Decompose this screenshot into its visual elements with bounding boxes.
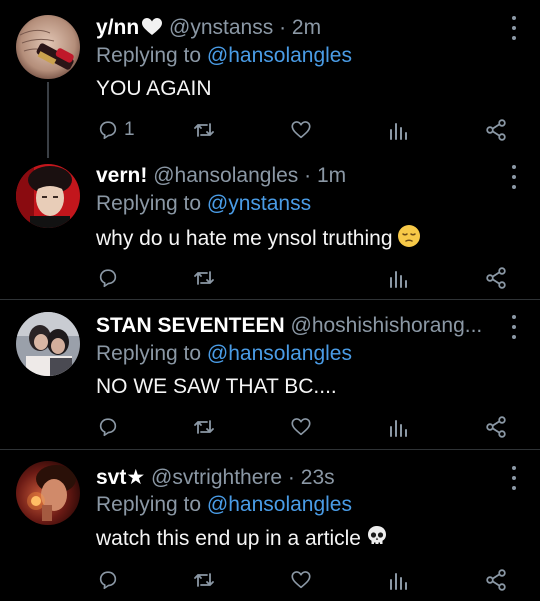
tweet-header: svt★ @svtrighthere · 23s xyxy=(96,464,500,492)
replying-to-label: Replying to xyxy=(96,44,202,67)
tweet-text-row: why do u hate me ynsol truthing xyxy=(96,224,421,256)
analytics-icon xyxy=(390,420,407,437)
retweet-button[interactable] xyxy=(192,413,216,441)
avatar-image xyxy=(16,461,80,525)
tweet-header: y/nn @ynstanss · 2m xyxy=(96,14,500,42)
replying-to-line: Replying to @ynstanss xyxy=(96,190,311,218)
avatar[interactable] xyxy=(16,164,80,228)
timestamp[interactable]: 23s xyxy=(301,466,335,489)
more-vertical-icon[interactable] xyxy=(510,165,518,189)
reply-icon xyxy=(99,571,117,590)
user-handle[interactable]: @hansolangles xyxy=(153,164,298,187)
replying-to-label: Replying to xyxy=(96,493,202,516)
analytics-icon xyxy=(390,123,407,140)
user-handle[interactable]: @hoshishishorang... xyxy=(291,314,483,337)
tweet-text: why do u hate me ynsol truthing xyxy=(96,227,393,250)
tweet-text: YOU AGAIN xyxy=(96,77,212,100)
tweet-text: watch this end up in a article xyxy=(96,527,361,550)
tweet-actions xyxy=(0,264,540,292)
separator-dot: · xyxy=(279,16,287,39)
separator-dot: · xyxy=(304,164,312,187)
retweet-button[interactable] xyxy=(192,566,216,594)
more-vertical-icon[interactable] xyxy=(510,16,518,40)
tweet-actions xyxy=(0,566,540,594)
more-vertical-icon[interactable] xyxy=(510,315,518,339)
display-name[interactable]: vern! xyxy=(96,164,147,187)
user-handle[interactable]: @svtrighthere xyxy=(151,466,282,489)
replying-to-label: Replying to xyxy=(96,192,202,215)
reply-button[interactable] xyxy=(97,264,119,292)
avatar[interactable] xyxy=(16,15,80,79)
timestamp[interactable]: 2m xyxy=(292,16,321,39)
avatar[interactable] xyxy=(16,461,80,525)
share-icon xyxy=(486,267,506,289)
retweet-icon xyxy=(194,420,214,434)
replying-to-line: Replying to @hansolangles xyxy=(96,491,352,519)
analytics-button[interactable] xyxy=(388,264,408,292)
reply-icon xyxy=(99,121,117,140)
heart-icon xyxy=(291,121,311,139)
retweet-icon xyxy=(194,573,214,587)
avatar[interactable] xyxy=(16,312,80,376)
share-icon xyxy=(486,119,506,141)
replying-to-line: Replying to @hansolangles xyxy=(96,340,352,368)
skull-emoji-icon xyxy=(365,524,389,556)
like-button[interactable] xyxy=(290,566,312,594)
reply-button[interactable]: 1 xyxy=(97,116,135,144)
share-icon xyxy=(486,569,506,591)
tweet[interactable]: svt★ @svtrighthere · 23s Replying to @ha… xyxy=(0,450,540,601)
analytics-icon xyxy=(390,271,407,288)
replying-to-line: Replying to @hansolangles xyxy=(96,42,352,70)
tweet-header: vern! @hansolangles · 1m xyxy=(96,162,500,190)
analytics-button[interactable] xyxy=(388,116,408,144)
like-button[interactable] xyxy=(290,116,312,144)
heart-icon xyxy=(291,571,311,589)
reply-button[interactable] xyxy=(97,566,119,594)
white-heart-icon xyxy=(141,17,163,42)
display-name[interactable]: STAN SEVENTEEN xyxy=(96,314,285,337)
mention-link[interactable]: @hansolangles xyxy=(207,342,352,365)
avatar-image xyxy=(16,164,80,228)
avatar-image xyxy=(16,312,80,376)
heart-icon xyxy=(291,418,311,436)
pensive-face-emoji-icon xyxy=(397,224,421,256)
share-button[interactable] xyxy=(484,413,508,441)
like-button[interactable] xyxy=(290,413,312,441)
avatar-image xyxy=(16,15,80,79)
analytics-icon xyxy=(390,573,407,590)
tweet[interactable]: y/nn @ynstanss · 2m Replying to @hansola… xyxy=(0,0,540,158)
replying-to-label: Replying to xyxy=(96,342,202,365)
retweet-button[interactable] xyxy=(192,264,216,292)
more-vertical-icon[interactable] xyxy=(510,466,518,490)
display-name[interactable]: y/nn xyxy=(96,16,139,39)
timestamp[interactable]: 1m xyxy=(317,164,346,187)
analytics-button[interactable] xyxy=(388,413,408,441)
reply-icon xyxy=(99,418,117,437)
mention-link[interactable]: @hansolangles xyxy=(207,44,352,67)
tweet-text: NO WE SAW THAT BC.... xyxy=(96,375,337,398)
reply-thread-feed: y/nn @ynstanss · 2m Replying to @hansola… xyxy=(0,0,540,601)
share-button[interactable] xyxy=(484,116,508,144)
tweet-header: STAN SEVENTEEN @hoshishishorang... xyxy=(96,312,500,340)
tweet[interactable]: vern! @hansolangles · 1m Replying to @yn… xyxy=(0,150,540,299)
retweet-icon xyxy=(194,271,214,285)
reply-count: 1 xyxy=(124,119,135,140)
retweet-icon xyxy=(194,123,214,137)
share-icon xyxy=(486,416,506,438)
mention-link[interactable]: @ynstanss xyxy=(207,192,311,215)
share-button[interactable] xyxy=(484,566,508,594)
reply-icon xyxy=(99,269,117,288)
tweet-text-row: watch this end up in a article xyxy=(96,524,389,556)
mention-link[interactable]: @hansolangles xyxy=(207,493,352,516)
reply-button[interactable] xyxy=(97,413,119,441)
share-button[interactable] xyxy=(484,264,508,292)
display-name[interactable]: svt★ xyxy=(96,466,145,489)
separator-dot: · xyxy=(287,466,295,489)
user-handle[interactable]: @ynstanss xyxy=(169,16,273,39)
retweet-button[interactable] xyxy=(192,116,216,144)
tweet[interactable]: STAN SEVENTEEN @hoshishishorang... Reply… xyxy=(0,300,540,450)
tweet-actions xyxy=(0,413,540,441)
analytics-button[interactable] xyxy=(388,566,408,594)
tweet-actions: 1 xyxy=(0,116,540,144)
